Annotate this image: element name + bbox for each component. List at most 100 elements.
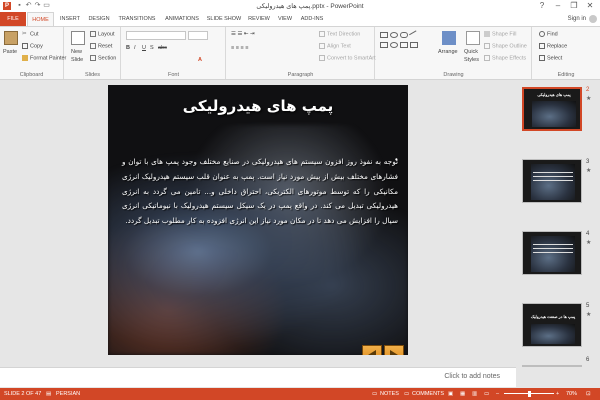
copy-button[interactable]: Copy bbox=[22, 43, 43, 49]
strikethrough-button[interactable]: abc bbox=[158, 45, 167, 51]
font-size-select[interactable] bbox=[188, 31, 208, 40]
help-button[interactable]: ? bbox=[534, 0, 550, 12]
undo-icon[interactable]: ↶ bbox=[25, 2, 32, 9]
notes-pane[interactable]: Click to add notes bbox=[0, 367, 516, 387]
current-slide[interactable]: پمپ های هیدرولیکی • توجه به نفوذ روز افز… bbox=[108, 85, 408, 355]
shape-arrow-icon[interactable] bbox=[410, 42, 418, 48]
thumbnail-text-line bbox=[533, 180, 573, 181]
align-text-button[interactable]: Align Text bbox=[319, 43, 351, 49]
restore-button[interactable]: ❐ bbox=[566, 0, 582, 12]
shape-outline-button[interactable]: Shape Outline bbox=[484, 43, 527, 49]
shape-textbox-icon[interactable] bbox=[380, 42, 388, 48]
paste-icon[interactable] bbox=[4, 31, 18, 45]
quick-styles-button-2[interactable]: Styles bbox=[464, 57, 479, 63]
zoom-out-button[interactable]: – bbox=[496, 388, 499, 400]
minimize-button[interactable]: – bbox=[550, 0, 566, 12]
shadow-button[interactable]: S bbox=[150, 45, 154, 51]
new-slide-icon[interactable] bbox=[71, 31, 85, 45]
reset-button[interactable]: Reset bbox=[90, 43, 112, 49]
editing-group: Find Replace Select Editing bbox=[533, 27, 599, 79]
layout-button[interactable]: Layout bbox=[90, 31, 115, 37]
sign-in-link[interactable]: Sign in bbox=[568, 12, 586, 26]
tab-slide-show[interactable]: SLIDE SHOW bbox=[206, 12, 242, 26]
shape-fill-button[interactable]: Shape Fill bbox=[484, 31, 516, 37]
section-button[interactable]: Section bbox=[90, 55, 116, 61]
normal-view-icon[interactable]: ▣ bbox=[448, 388, 453, 400]
slide-title[interactable]: پمپ های هیدرولیکی bbox=[108, 97, 408, 115]
notes-toggle-button[interactable]: NOTES bbox=[380, 388, 399, 400]
notes-placeholder[interactable]: Click to add notes bbox=[444, 373, 500, 380]
layout-icon bbox=[90, 31, 96, 37]
new-slide-button-2[interactable]: Slide bbox=[71, 57, 83, 63]
thumbnail-slide-5[interactable]: پمپ ها در صنعت هیدرولیک bbox=[522, 303, 582, 347]
thumbnail-image bbox=[532, 101, 576, 127]
language-indicator[interactable]: PERSIAN bbox=[56, 388, 80, 400]
arrange-icon[interactable] bbox=[442, 31, 456, 45]
slide-sorter-icon[interactable]: ▦ bbox=[460, 388, 465, 400]
shape-oval-icon[interactable] bbox=[390, 32, 398, 38]
zoom-level[interactable]: 70% bbox=[566, 388, 577, 400]
shape-rectangle-icon[interactable] bbox=[380, 32, 388, 38]
tab-add-ins[interactable]: ADD-INS bbox=[298, 12, 326, 26]
shape-triangle-icon[interactable] bbox=[400, 42, 408, 48]
font-group: B I U S abc A Font bbox=[122, 27, 226, 79]
align-buttons[interactable]: ≡ ≡ ≡ ≡ bbox=[231, 45, 248, 51]
replace-button[interactable]: Replace bbox=[539, 43, 567, 49]
tab-design[interactable]: DESIGN bbox=[86, 12, 112, 26]
cut-label: Cut bbox=[30, 31, 39, 38]
find-button[interactable]: Find bbox=[539, 31, 558, 37]
format-painter-button[interactable]: Format Painter bbox=[22, 55, 66, 61]
cut-button[interactable]: ✂ Cut bbox=[22, 31, 39, 37]
tab-view[interactable]: VIEW bbox=[276, 12, 294, 26]
reading-view-icon[interactable]: ▥ bbox=[472, 388, 477, 400]
font-name-select[interactable] bbox=[126, 31, 186, 40]
slide-body-text[interactable]: توجه به نفوذ روز افزون سیستم های هیدرولی… bbox=[122, 155, 398, 229]
tab-transitions[interactable]: TRANSITIONS bbox=[116, 12, 158, 26]
thumbnail-slide-3[interactable] bbox=[522, 159, 582, 203]
slide-thumbnails-pane: پمپ های هیدرولیکی 2 ★ 3 ★ 4 ★ پمپ ها در … bbox=[516, 81, 600, 367]
proofing-icon[interactable]: ▤ bbox=[46, 388, 51, 400]
paste-button[interactable]: Paste bbox=[3, 49, 17, 55]
thumbnail-slide-4[interactable] bbox=[522, 231, 582, 275]
tab-insert[interactable]: INSERT bbox=[58, 12, 82, 26]
bold-button[interactable]: B bbox=[126, 45, 130, 51]
tab-animations[interactable]: ANIMATIONS bbox=[162, 12, 202, 26]
shape-line-icon[interactable] bbox=[409, 30, 419, 40]
tab-file[interactable]: FILE bbox=[0, 12, 26, 26]
font-color-button[interactable]: A bbox=[198, 57, 202, 63]
new-slide-button[interactable]: New bbox=[71, 49, 82, 55]
zoom-in-button[interactable]: + bbox=[556, 388, 559, 400]
close-button[interactable]: ✕ bbox=[582, 0, 598, 12]
slideshow-icon[interactable]: ▭ bbox=[43, 2, 50, 9]
slideshow-view-icon[interactable]: ▭ bbox=[484, 388, 489, 400]
bullets-button[interactable]: ☰ ☰ ⇤ ⇥ bbox=[231, 31, 255, 37]
shape-effects-button[interactable]: Shape Effects bbox=[484, 55, 526, 61]
animation-star-icon: ★ bbox=[586, 96, 592, 102]
quick-styles-icon[interactable] bbox=[466, 31, 480, 45]
copy-icon bbox=[22, 43, 28, 49]
thumbnail-text-line bbox=[533, 172, 573, 173]
thumbnail-slide-6[interactable] bbox=[522, 365, 582, 367]
select-button[interactable]: Select bbox=[539, 55, 562, 61]
redo-icon[interactable]: ↷ bbox=[34, 2, 41, 9]
shape-rounded-rect-icon[interactable] bbox=[400, 32, 408, 38]
text-direction-button[interactable]: Text Direction bbox=[319, 31, 360, 37]
shape-circle-icon[interactable] bbox=[390, 42, 398, 48]
comments-toggle-button[interactable]: COMMENTS bbox=[412, 388, 444, 400]
save-icon[interactable]: ▪ bbox=[16, 2, 23, 9]
previous-slide-button[interactable] bbox=[362, 345, 382, 355]
user-icon[interactable] bbox=[589, 15, 597, 23]
notes-icon: ▭ bbox=[372, 391, 378, 397]
italic-button[interactable]: I bbox=[134, 45, 136, 51]
quick-styles-button[interactable]: Quick bbox=[464, 49, 478, 55]
convert-smartart-button[interactable]: Convert to SmartArt bbox=[319, 55, 376, 61]
arrange-button[interactable]: Arrange bbox=[438, 49, 458, 55]
fit-to-window-icon[interactable]: ⊡ bbox=[586, 388, 591, 400]
thumbnail-text-line bbox=[533, 176, 573, 177]
next-slide-button[interactable] bbox=[384, 345, 404, 355]
tab-home[interactable]: HOME bbox=[27, 12, 54, 26]
zoom-slider-thumb[interactable] bbox=[528, 391, 531, 397]
thumbnail-slide-2[interactable]: پمپ های هیدرولیکی bbox=[522, 87, 582, 131]
underline-button[interactable]: U bbox=[142, 45, 146, 51]
tab-review[interactable]: REVIEW bbox=[246, 12, 272, 26]
